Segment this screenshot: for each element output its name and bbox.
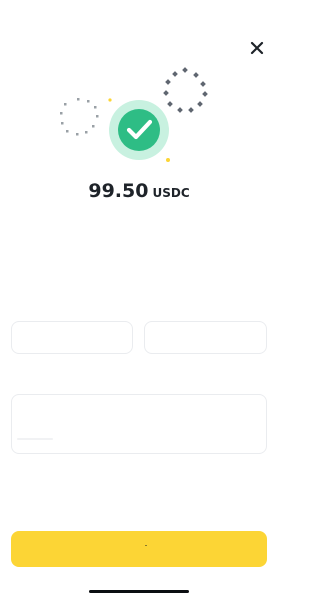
right-dots-decoration bbox=[163, 67, 208, 113]
amount-unit: USDC bbox=[152, 186, 190, 200]
success-illustration bbox=[0, 60, 278, 170]
option-card-left[interactable] bbox=[11, 321, 133, 354]
option-card-right[interactable] bbox=[144, 321, 267, 354]
yellow-dot bbox=[108, 98, 112, 102]
close-button[interactable] bbox=[247, 38, 267, 58]
details-card bbox=[11, 394, 267, 454]
placeholder-line bbox=[17, 438, 53, 440]
primary-action-button[interactable] bbox=[11, 531, 267, 567]
left-dots-decoration bbox=[60, 98, 99, 136]
success-circle bbox=[118, 109, 160, 151]
yellow-dot bbox=[166, 158, 170, 162]
amount-value: 99.50 bbox=[88, 180, 149, 202]
home-indicator[interactable] bbox=[89, 590, 189, 593]
close-icon bbox=[250, 41, 264, 55]
loading-dot bbox=[145, 545, 147, 546]
amount-display: 99.50 USDC bbox=[0, 180, 278, 202]
